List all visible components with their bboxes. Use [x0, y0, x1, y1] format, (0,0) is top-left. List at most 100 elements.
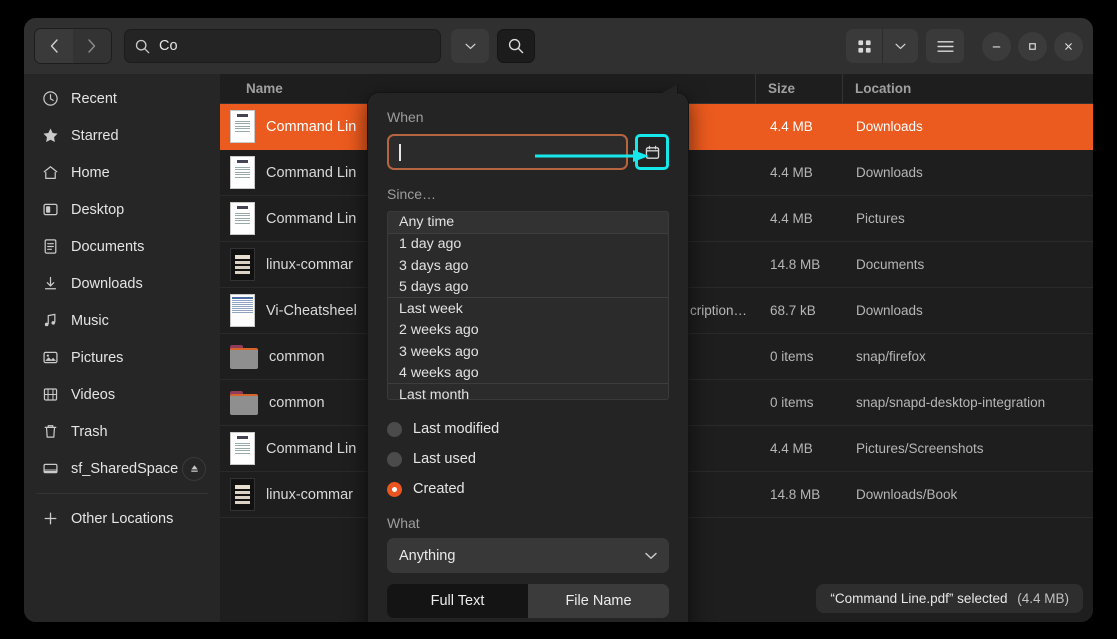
- search-icon: [135, 39, 150, 54]
- desktop-icon: [42, 201, 59, 218]
- home-icon: [42, 164, 59, 181]
- radio-last-used[interactable]: Last used: [387, 444, 669, 474]
- search-bar[interactable]: Co: [124, 29, 441, 63]
- sidebar-item-videos[interactable]: Videos: [32, 376, 212, 413]
- file-manager-window: Co: [24, 18, 1093, 622]
- column-header-size[interactable]: Size: [756, 81, 842, 96]
- sidebar-item-pictures[interactable]: Pictures: [32, 339, 212, 376]
- file-size: 4.4 MB: [757, 211, 843, 226]
- book-thumbnail-icon: [230, 478, 255, 511]
- search-scope-toggle-group: Full Text File Name: [387, 584, 669, 618]
- header-bar: Co: [24, 18, 1093, 74]
- pdf-thumbnail-icon: [230, 432, 255, 465]
- sidebar-item-label: Home: [71, 165, 110, 181]
- maximize-icon: [1027, 41, 1038, 52]
- sidebar-item-desktop[interactable]: Desktop: [32, 191, 212, 228]
- file-location: snap/firefox: [843, 349, 1093, 364]
- sidebar-item-label: Recent: [71, 91, 117, 107]
- since-option-2-weeks-ago[interactable]: 2 weeks ago: [388, 320, 668, 342]
- search-options-dropdown-button[interactable]: [451, 29, 489, 63]
- chevron-right-icon: [88, 39, 96, 53]
- since-option-1-day-ago[interactable]: 1 day ago: [388, 234, 668, 256]
- since-option-last-week[interactable]: Last week: [388, 298, 668, 320]
- sidebar-item-recent[interactable]: Recent: [32, 80, 212, 117]
- minimize-button[interactable]: [982, 32, 1011, 61]
- file-name-overflow: cription…: [690, 303, 757, 318]
- sidebar-item-documents[interactable]: Documents: [32, 228, 212, 265]
- since-option-5-days-ago[interactable]: 5 days ago: [388, 277, 668, 299]
- sidebar-item-starred[interactable]: Starred: [32, 117, 212, 154]
- what-label: What: [387, 515, 669, 531]
- file-name: linux-commar: [266, 257, 353, 273]
- main-menu-button[interactable]: [926, 29, 964, 63]
- sidebar-item-other-locations[interactable]: Other Locations: [32, 500, 212, 537]
- maximize-button[interactable]: [1018, 32, 1047, 61]
- column-header-location[interactable]: Location: [843, 81, 1093, 96]
- since-option-3-weeks-ago[interactable]: 3 weeks ago: [388, 341, 668, 363]
- what-type-dropdown[interactable]: Anything: [387, 538, 669, 573]
- calendar-picker-button[interactable]: [635, 134, 669, 170]
- search-toggle-button[interactable]: [497, 29, 535, 63]
- radio-created[interactable]: Created: [387, 474, 669, 504]
- when-date-input[interactable]: [387, 134, 628, 170]
- status-toast: “Command Line.pdf” selected (4.4 MB): [816, 584, 1083, 613]
- view-mode-group: [846, 29, 918, 63]
- file-name: common: [269, 395, 325, 411]
- radio-label: Last modified: [413, 421, 499, 437]
- since-option-3-days-ago[interactable]: 3 days ago: [388, 255, 668, 277]
- search-filter-popover: When Since…: [367, 92, 689, 622]
- sidebar-item-label: Music: [71, 313, 109, 329]
- sidebar-item-label: Videos: [71, 387, 115, 403]
- sidebar-item-label: Downloads: [71, 276, 143, 292]
- file-name: Command Lin: [266, 165, 356, 181]
- file-size: 4.4 MB: [757, 165, 843, 180]
- file-size: 4.4 MB: [757, 441, 843, 456]
- file-location: Documents: [843, 257, 1093, 272]
- radio-last-modified[interactable]: Last modified: [387, 414, 669, 444]
- eject-button[interactable]: [182, 457, 206, 481]
- sidebar-item-label: Pictures: [71, 350, 123, 366]
- radio-label: Last used: [413, 451, 476, 467]
- sidebar-item-home[interactable]: Home: [32, 154, 212, 191]
- text-caret: [399, 144, 401, 161]
- drive-icon: [42, 460, 59, 477]
- back-button[interactable]: [35, 29, 73, 63]
- eject-icon: [189, 463, 200, 474]
- since-options-list[interactable]: Any time 1 day ago 3 days ago 5 days ago…: [387, 211, 669, 400]
- sidebar-item-music[interactable]: Music: [32, 302, 212, 339]
- window-controls: [982, 32, 1083, 61]
- sidebar-item-label: Other Locations: [71, 511, 173, 527]
- download-icon: [42, 275, 59, 292]
- view-options-dropdown-button[interactable]: [882, 29, 918, 63]
- sidebar-item-sf-sharedspace[interactable]: sf_SharedSpace: [32, 450, 212, 487]
- since-option-any-time[interactable]: Any time: [388, 212, 668, 234]
- sidebar-item-downloads[interactable]: Downloads: [32, 265, 212, 302]
- trash-icon: [42, 423, 59, 440]
- toggle-file-name[interactable]: File Name: [528, 584, 669, 618]
- radio-indicator: [387, 452, 402, 467]
- status-text: “Command Line.pdf” selected: [830, 591, 1007, 606]
- film-icon: [42, 386, 59, 403]
- search-icon: [508, 38, 524, 54]
- hamburger-menu-icon: [937, 40, 954, 53]
- file-location: Pictures: [843, 211, 1093, 226]
- sidebar-item-trash[interactable]: Trash: [32, 413, 212, 450]
- file-name: Command Lin: [266, 211, 356, 227]
- image-icon: [42, 349, 59, 366]
- since-option-4-weeks-ago[interactable]: 4 weeks ago: [388, 363, 668, 385]
- file-name: Command Lin: [266, 441, 356, 457]
- file-size: 14.8 MB: [757, 257, 843, 272]
- close-button[interactable]: [1054, 32, 1083, 61]
- toggle-full-text[interactable]: Full Text: [387, 584, 528, 618]
- radio-label: Created: [413, 481, 465, 497]
- grid-view-button[interactable]: [846, 29, 882, 63]
- file-size: 68.7 kB: [757, 303, 843, 318]
- since-option-last-month[interactable]: Last month: [388, 384, 668, 400]
- chevron-down-icon: [645, 552, 657, 560]
- chevron-left-icon: [50, 39, 58, 53]
- file-location: Downloads: [843, 303, 1093, 318]
- file-size: 4.4 MB: [757, 119, 843, 134]
- file-location: Pictures/Screenshots: [843, 441, 1093, 456]
- sidebar-item-label: Documents: [71, 239, 144, 255]
- forward-button[interactable]: [73, 29, 111, 63]
